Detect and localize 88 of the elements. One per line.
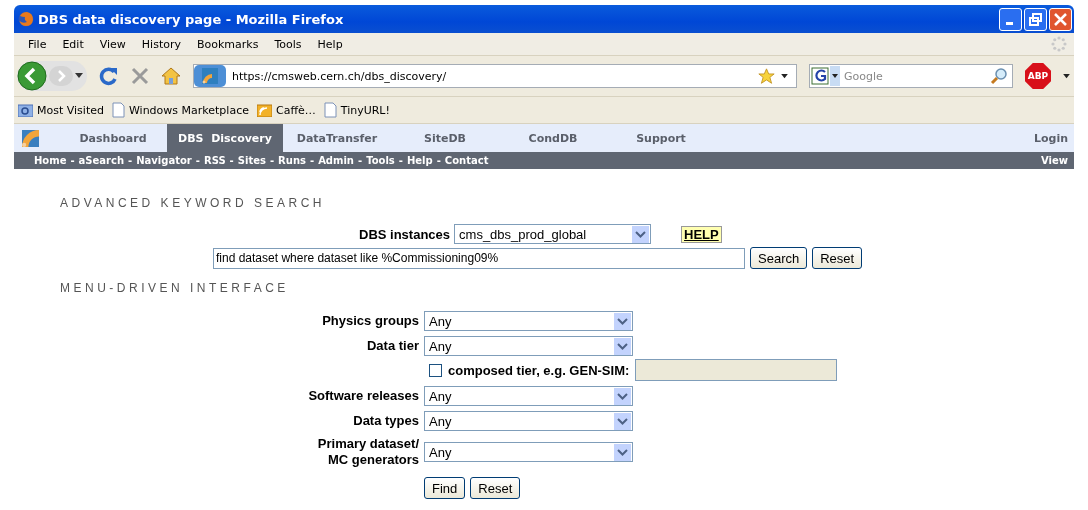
separator-text: -	[269, 155, 275, 166]
minimize-icon	[1006, 21, 1013, 25]
history-dropdown-icon[interactable]	[75, 73, 83, 79]
menu-item[interactable]: Bookmarks	[189, 37, 267, 51]
separator-text: -	[229, 155, 234, 166]
bookmark-item[interactable]: Most Visited	[18, 103, 104, 117]
query-field[interactable]: find dataset where dataset like %Commissioning09%	[213, 247, 745, 269]
minimize-button[interactable]	[999, 7, 1022, 31]
url-text: https://cmsweb.cern.ch/dbs_discovery/	[232, 69, 448, 83]
nav-link[interactable]: Sites	[237, 155, 266, 166]
nav-link[interactable]: aSearch	[78, 155, 125, 166]
composed-tier-field[interactable]	[635, 359, 838, 381]
section-heading: MENU-DRIVEN INTERFACE	[60, 281, 290, 295]
search-icon[interactable]	[990, 67, 1008, 85]
menu-item[interactable]: History	[133, 37, 189, 51]
field-label: Data types	[352, 413, 419, 429]
site-tab[interactable]: Dashboard	[59, 124, 167, 152]
field-label: Data tier	[365, 338, 419, 354]
back-button[interactable]	[17, 61, 47, 91]
nav-link[interactable]: RSS	[203, 155, 226, 166]
site-tab[interactable]: CondDB	[499, 124, 607, 152]
menu-item[interactable]: Edit	[54, 37, 92, 51]
toolbar-dropdown-icon[interactable]	[1063, 73, 1070, 79]
site-logo-icon	[22, 129, 39, 147]
bookmark-item[interactable]: Caffè…	[256, 103, 316, 117]
dropdown-select[interactable]: Any	[424, 311, 633, 331]
separator-text: -	[309, 155, 315, 166]
search-button[interactable]: Search	[750, 247, 808, 269]
site-tab[interactable]: SiteDB	[391, 124, 499, 152]
window-title: DBS data discovery page - Mozilla Firefox	[38, 11, 344, 27]
separator-text: -	[436, 155, 441, 166]
help-link[interactable]: HELP	[681, 225, 722, 243]
separator-text: -	[195, 155, 200, 166]
folder-icon	[18, 103, 33, 117]
dropdown-select[interactable]: Any	[424, 442, 633, 462]
nav-link[interactable]: Home	[34, 155, 67, 166]
site-tab[interactable]: Support	[607, 124, 715, 152]
menu-item[interactable]: Help	[309, 37, 351, 51]
field-label: Primary dataset/ MC generators	[316, 436, 419, 468]
separator-text: -	[128, 155, 133, 166]
dropdown-select[interactable]: Any	[424, 411, 633, 431]
reload-icon[interactable]	[99, 66, 119, 86]
dropdown-select[interactable]: Any	[424, 386, 633, 406]
login-link[interactable]: Login	[1033, 131, 1068, 145]
nav-link[interactable]: Navigator	[136, 155, 192, 166]
search-field[interactable]: Google	[809, 64, 1013, 88]
nav-link[interactable]: Runs	[278, 155, 306, 166]
bookmark-item[interactable]: TinyURL!	[323, 102, 390, 118]
menu-item[interactable]: File	[20, 37, 55, 51]
nav-link[interactable]: Admin	[318, 155, 354, 166]
restore-button[interactable]	[1024, 7, 1047, 31]
menu-item[interactable]: Tools	[266, 37, 310, 51]
firefox-logo-icon	[18, 11, 34, 27]
form-button[interactable]: Find	[424, 477, 466, 499]
separator-text: -	[398, 155, 403, 166]
menu-item[interactable]: View	[91, 37, 134, 51]
form-button[interactable]: Reset	[470, 477, 521, 499]
field-label: Physics groups	[321, 313, 419, 329]
google-engine-icon[interactable]	[810, 66, 840, 86]
field-label: Software releases	[307, 388, 419, 404]
view-link[interactable]: View	[1041, 155, 1068, 166]
home-icon[interactable]	[161, 67, 181, 85]
instance-select[interactable]: cms_dbs_prod_global	[454, 224, 652, 244]
dropdown-arrow-icon[interactable]	[781, 73, 788, 79]
checkbox-label: composed tier, e.g. GEN-SIM:	[448, 362, 630, 378]
nav-link[interactable]: Tools	[366, 155, 395, 166]
star-icon[interactable]	[758, 67, 775, 85]
search-placeholder: Google	[844, 69, 884, 83]
site-feed-icon	[194, 65, 226, 87]
close-button[interactable]	[1049, 7, 1072, 31]
address-bar[interactable]: https://cmsweb.cern.ch/dbs_discovery/	[193, 64, 797, 88]
feed-icon	[256, 103, 272, 117]
nav-link[interactable]: Help	[406, 155, 433, 166]
site-tab[interactable]: DataTransfer	[283, 124, 391, 152]
bookmark-item[interactable]: Windows Marketplace	[111, 102, 249, 118]
checkbox[interactable]	[429, 363, 442, 377]
field-label: DBS instances	[359, 226, 451, 242]
adblock-button[interactable]: ABP	[1025, 63, 1051, 89]
separator-text: -	[358, 155, 363, 166]
section-heading: ADVANCED KEYWORD SEARCH	[60, 196, 326, 210]
dropdown-select[interactable]: Any	[424, 336, 633, 356]
nav-link[interactable]: Contact	[444, 155, 489, 166]
site-tab[interactable]: DBS Discovery	[167, 124, 283, 152]
separator-text: -	[70, 155, 75, 166]
throbber-icon	[1050, 35, 1068, 53]
reset-button[interactable]: Reset	[812, 247, 863, 269]
page-icon	[111, 102, 125, 118]
page-icon	[323, 102, 337, 118]
